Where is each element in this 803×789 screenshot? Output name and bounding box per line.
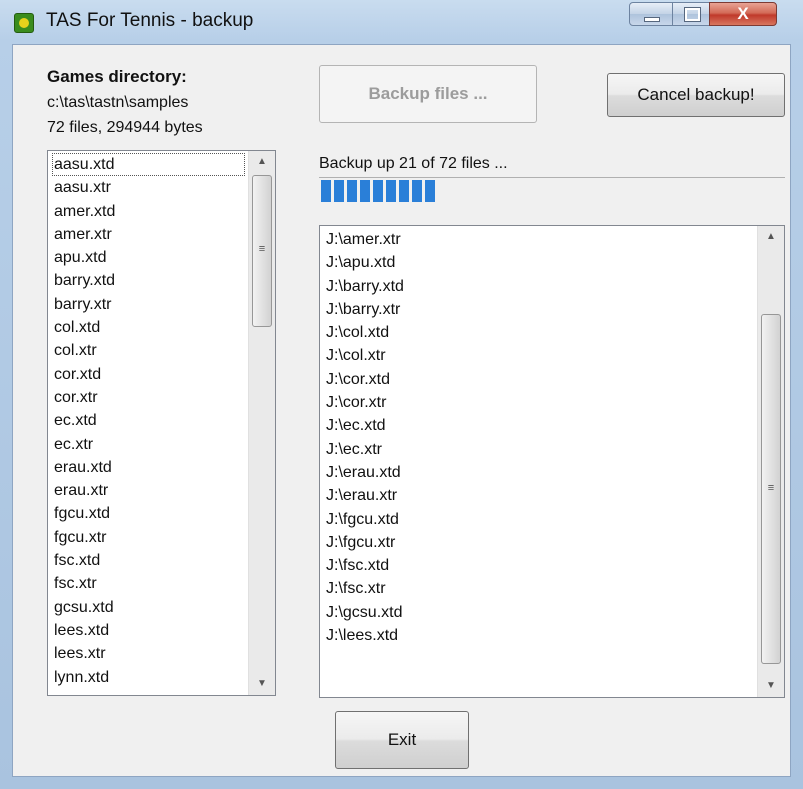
- progress-fill: [321, 180, 435, 202]
- app-icon: [14, 13, 34, 33]
- games-file-items: aasu.xtd aasu.xtr amer.xtd amer.xtr apu.xtd b…: [52, 153, 245, 689]
- backup-progress-bar: [319, 177, 785, 212]
- progress-segment: [399, 180, 409, 202]
- games-file-item[interactable]: fsc.xtd: [52, 549, 245, 572]
- scroll-up-arrow-icon[interactable]: ▲: [758, 226, 784, 248]
- games-file-item[interactable]: cor.xtd: [52, 363, 245, 386]
- backup-log-item[interactable]: J:\fsc.xtr: [324, 577, 754, 600]
- maximize-icon: [684, 7, 701, 22]
- games-list-scroll-thumb[interactable]: ≡: [252, 175, 272, 327]
- backup-log-item[interactable]: J:\barry.xtr: [324, 298, 754, 321]
- minimize-button[interactable]: [629, 2, 673, 26]
- games-file-item[interactable]: apu.xtd: [52, 246, 245, 269]
- grip-icon: ≡: [767, 482, 775, 494]
- games-file-item[interactable]: erau.xtr: [52, 479, 245, 502]
- backup-files-button[interactable]: Backup files ...: [319, 65, 537, 123]
- games-file-item[interactable]: amer.xtr: [52, 223, 245, 246]
- maximize-button[interactable]: [672, 2, 710, 26]
- title-bar[interactable]: TAS For Tennis - backup X: [0, 0, 803, 44]
- games-file-item[interactable]: aasu.xtd: [52, 153, 245, 177]
- backup-log-scroll-thumb[interactable]: ≡: [761, 314, 781, 664]
- close-icon: X: [737, 4, 749, 23]
- games-directory-heading: Games directory:: [47, 67, 187, 86]
- games-file-item[interactable]: col.xtr: [52, 339, 245, 362]
- dialog-client-area: Games directory: c:\tas\tastn\samples 72…: [12, 44, 791, 777]
- backup-log-item[interactable]: J:\erau.xtd: [324, 461, 754, 484]
- games-file-list[interactable]: aasu.xtd aasu.xtr amer.xtd amer.xtr apu.xtd b…: [47, 150, 276, 696]
- progress-segment: [334, 180, 344, 202]
- backup-log-item[interactable]: J:\col.xtd: [324, 321, 754, 344]
- backup-log-item[interactable]: J:\cor.xtr: [324, 391, 754, 414]
- progress-segment: [425, 180, 435, 202]
- backup-log-item[interactable]: J:\lees.xtd: [324, 624, 754, 647]
- progress-segment: [373, 180, 383, 202]
- games-file-item[interactable]: fsc.xtr: [52, 572, 245, 595]
- games-file-item[interactable]: barry.xtr: [52, 293, 245, 316]
- games-file-item[interactable]: fgcu.xtr: [52, 526, 245, 549]
- games-file-item[interactable]: erau.xtd: [52, 456, 245, 479]
- backup-log-item[interactable]: J:\barry.xtd: [324, 275, 754, 298]
- backup-log-item[interactable]: J:\fsc.xtd: [324, 554, 754, 577]
- games-file-item[interactable]: cor.xtr: [52, 386, 245, 409]
- games-file-item[interactable]: lees.xtr: [52, 642, 245, 665]
- backup-log-item[interactable]: J:\amer.xtr: [324, 228, 754, 251]
- backup-log-item[interactable]: J:\apu.xtd: [324, 251, 754, 274]
- backup-log-item[interactable]: J:\fgcu.xtr: [324, 531, 754, 554]
- minimize-icon: [644, 17, 660, 22]
- games-file-item[interactable]: lynn.xtd: [52, 666, 245, 689]
- backup-log-item[interactable]: J:\cor.xtd: [324, 368, 754, 391]
- games-file-item[interactable]: gcsu.xtd: [52, 596, 245, 619]
- games-file-summary: 72 files, 294944 bytes: [47, 119, 203, 136]
- games-file-item[interactable]: ec.xtd: [52, 409, 245, 432]
- backup-log-item[interactable]: J:\ec.xtr: [324, 438, 754, 461]
- window-title: TAS For Tennis - backup: [46, 10, 254, 31]
- games-file-item[interactable]: col.xtd: [52, 316, 245, 339]
- backup-log-item[interactable]: J:\gcsu.xtd: [324, 601, 754, 624]
- grip-icon: ≡: [258, 243, 266, 255]
- backup-log-item[interactable]: J:\erau.xtr: [324, 484, 754, 507]
- games-file-item[interactable]: aasu.xtr: [52, 176, 245, 199]
- scroll-down-arrow-icon[interactable]: ▼: [249, 673, 275, 695]
- close-button[interactable]: X: [709, 2, 777, 26]
- progress-segment: [386, 180, 396, 202]
- backup-log-item[interactable]: J:\fgcu.xtd: [324, 508, 754, 531]
- backup-window: TAS For Tennis - backup X Games director…: [0, 0, 803, 789]
- progress-segment: [347, 180, 357, 202]
- cancel-backup-button[interactable]: Cancel backup!: [607, 73, 785, 117]
- games-file-item[interactable]: barry.xtd: [52, 269, 245, 292]
- backup-log-item[interactable]: J:\ec.xtd: [324, 414, 754, 437]
- progress-segment: [360, 180, 370, 202]
- scroll-up-arrow-icon[interactable]: ▲: [249, 151, 275, 173]
- games-file-item[interactable]: lees.xtd: [52, 619, 245, 642]
- games-directory-path: c:\tas\tastn\samples: [47, 94, 189, 111]
- backup-log-item[interactable]: J:\col.xtr: [324, 344, 754, 367]
- backup-log-list[interactable]: J:\amer.xtr J:\apu.xtd J:\barry.xtd J:\barr…: [319, 225, 785, 698]
- backup-log-scrollbar[interactable]: ▲ ≡ ▼: [757, 226, 784, 697]
- games-file-item[interactable]: ec.xtr: [52, 433, 245, 456]
- games-file-item[interactable]: fgcu.xtd: [52, 502, 245, 525]
- backup-status-text: Backup up 21 of 72 files ...: [319, 155, 508, 172]
- scroll-down-arrow-icon[interactable]: ▼: [758, 675, 784, 697]
- games-file-item[interactable]: amer.xtd: [52, 200, 245, 223]
- backup-log-items: J:\amer.xtr J:\apu.xtd J:\barry.xtd J:\barr…: [324, 228, 754, 647]
- exit-button[interactable]: Exit: [335, 711, 469, 769]
- progress-segment: [321, 180, 331, 202]
- games-list-scrollbar[interactable]: ▲ ≡ ▼: [248, 151, 275, 695]
- progress-segment: [412, 180, 422, 202]
